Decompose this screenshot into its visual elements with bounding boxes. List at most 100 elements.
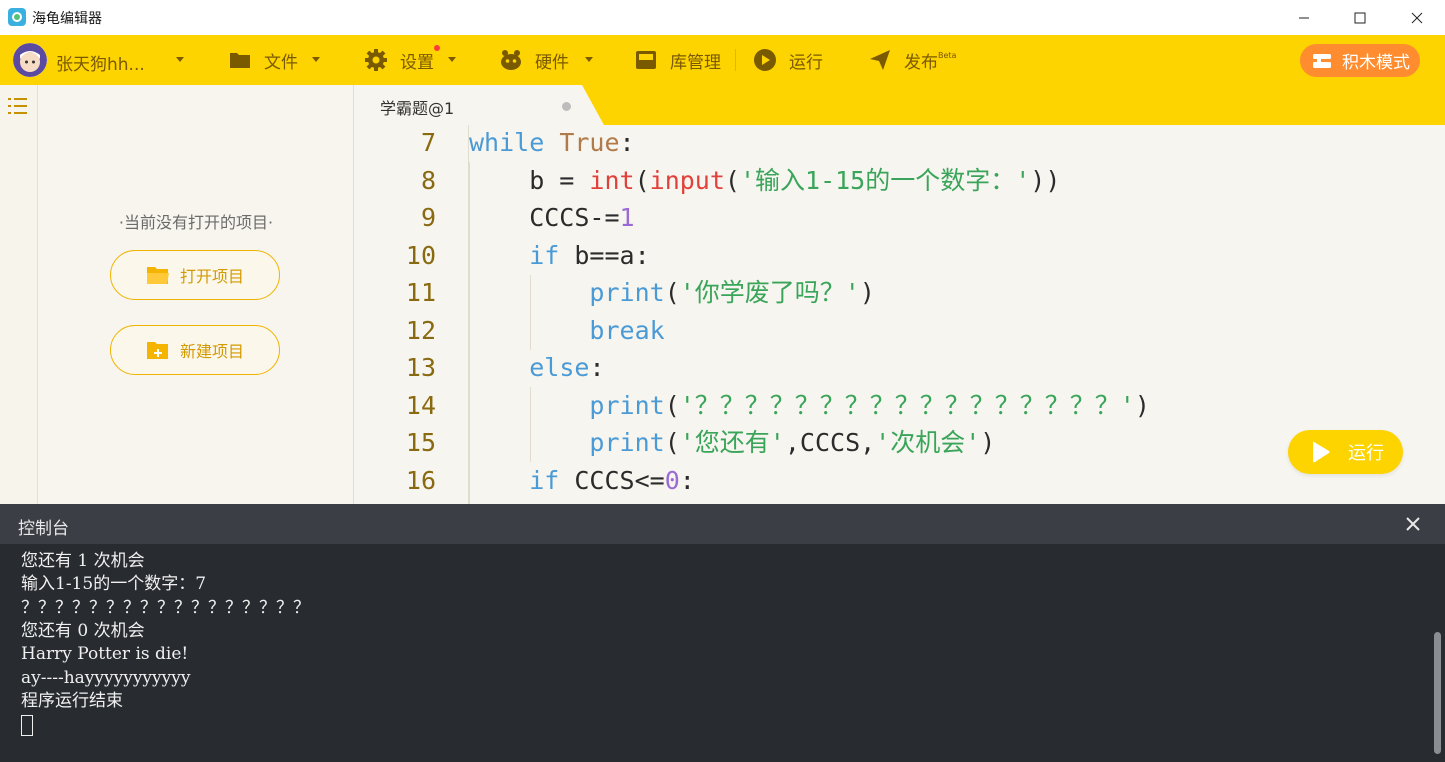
settings-menu[interactable]: 设置 [364,35,434,85]
title-bar: 海龟编辑器 [0,0,1445,35]
turtle-logo-icon [8,8,26,26]
library-box-icon [636,51,656,69]
code-token: )) [1030,165,1061,195]
close-icon [1411,12,1423,23]
code-token: ) [859,278,875,307]
code-line[interactable]: if CCCS<=0: [469,462,695,499]
robot-icon [501,50,521,70]
toolbar-run-label: 运行 [789,52,823,73]
code-line[interactable]: while True: [469,125,635,161]
code-line[interactable]: print('？？？？？？？？？？？？？？？？？') [469,387,1150,424]
minimize-icon [1299,17,1309,18]
code-line[interactable]: break [469,312,665,349]
user-avatar[interactable] [13,43,47,77]
run-button-label: 运行 [1348,443,1384,464]
code-token: print [589,428,665,457]
code-token: CCCS<= [559,465,665,495]
run-button[interactable]: 运行 [1288,430,1403,474]
publish-button[interactable]: 发布 Beta [868,35,956,85]
code-line[interactable]: print('您还有',CCCS,'次机会') [469,424,995,461]
code-line[interactable]: CCCS-=1 [469,199,635,236]
console-header: 控制台 [0,504,1445,544]
new-folder-icon [146,342,168,359]
code-editor[interactable]: 7 8 9 10 11 12 13 14 15 16 while True: b = int(in… [354,125,1445,504]
paper-plane-icon [870,50,890,70]
line-number: 12 [405,315,436,345]
console-title: 控制台 [18,519,69,539]
open-project-label: 打开项目 [179,267,244,286]
library-manager-label: 库管理 [670,52,721,73]
code-line[interactable]: print('你学废了吗？') [469,274,875,311]
code-token: while [469,128,545,157]
code-token: : [589,353,605,382]
line-number: 11 [405,278,436,307]
line-number: 8 [420,165,436,195]
file-menu[interactable]: 文件 [228,35,298,85]
code-token: ( [724,165,740,195]
folder-icon [230,53,250,68]
maximize-button[interactable] [1332,0,1388,35]
sidebar-strip [0,85,38,504]
line-number: 9 [420,203,436,232]
settings-menu-chevron-down-icon[interactable] [448,57,456,62]
console-output[interactable]: 您还有 1 次机会 输入1-15的一个数字：7？？？？？？？？？？？？？？？？？您… [0,544,1445,762]
code-token: if [529,465,560,495]
code-token: '？？？？？？？？？？？？？？？？？' [679,390,1135,420]
console-line: 您还有 0 次机会 [21,620,145,641]
close-console-icon[interactable] [1405,516,1421,532]
code-token: if [529,240,560,270]
new-project-label: 新建项目 [179,342,244,361]
project-panel: ·当前没有打开的项目· 打开项目 新建项目 [38,85,354,504]
minimize-button[interactable] [1276,0,1332,35]
code-line[interactable]: b = int(input('输入1-15的一个数字：')) [469,162,1060,199]
code-token: ( [664,390,680,420]
console-cursor [21,715,33,736]
close-window-button[interactable] [1389,0,1445,35]
code-token: CCCS-= [469,203,620,232]
new-project-button[interactable]: 新建项目 [110,325,280,375]
code-token: ( [664,278,680,307]
user-name[interactable]: 张天狗hh... [56,50,145,75]
console-line: Harry Potter is die! [21,644,189,665]
code-token: '你学废了吗？' [679,278,860,307]
user-menu-chevron-down-icon[interactable] [176,57,184,62]
console-line: 输入1-15的一个数字：7 [21,574,207,595]
code-token: 1 [619,203,635,232]
code-token: : [679,465,695,495]
line-number: 10 [405,240,436,270]
settings-notification-badge [434,45,440,51]
file-menu-label: 文件 [264,52,298,73]
gear-icon [365,49,387,71]
block-mode-button[interactable]: 积木模式 [1300,44,1420,77]
console-scrollbar[interactable] [1434,632,1441,754]
code-token: print [589,390,665,420]
tab-xuebati[interactable]: 学霸题@1 [354,85,604,125]
file-menu-chevron-down-icon[interactable] [312,57,320,62]
code-token: break [589,315,665,345]
library-manager-button[interactable]: 库管理 [634,35,721,85]
code-token: True [559,128,620,157]
code-token: print [589,278,665,307]
open-project-button[interactable]: 打开项目 [110,250,280,300]
code-line[interactable]: if b==a: [469,237,649,274]
play-circle-icon [754,49,776,71]
maximize-icon [1354,12,1366,23]
console-line: 您还有 1 次机会 [21,551,145,571]
unsaved-dot-icon[interactable] [562,102,571,111]
code-area[interactable]: while True: b = int(input('输入1-15的一个数字：'… [468,125,1428,504]
line-number-gutter: 7 8 9 10 11 12 13 14 15 16 [354,125,466,504]
hardware-menu-chevron-down-icon[interactable] [585,57,593,62]
collapse-menu-icon[interactable] [8,97,28,115]
block-mode-label: 积木模式 [1342,53,1410,73]
code-token: ) [980,428,996,457]
settings-menu-label: 设置 [400,52,434,73]
code-line[interactable]: else: [469,349,605,386]
editor-tab-bar: 学霸题@1 [354,85,1445,125]
main-toolbar: 张天狗hh... 文件 设置 硬件 库管理 运行 发布 Beta 积木模式 [0,35,1445,85]
toolbar-divider [735,49,736,71]
hardware-menu[interactable]: 硬件 [499,35,569,85]
toolbar-run-button[interactable]: 运行 [753,35,823,85]
